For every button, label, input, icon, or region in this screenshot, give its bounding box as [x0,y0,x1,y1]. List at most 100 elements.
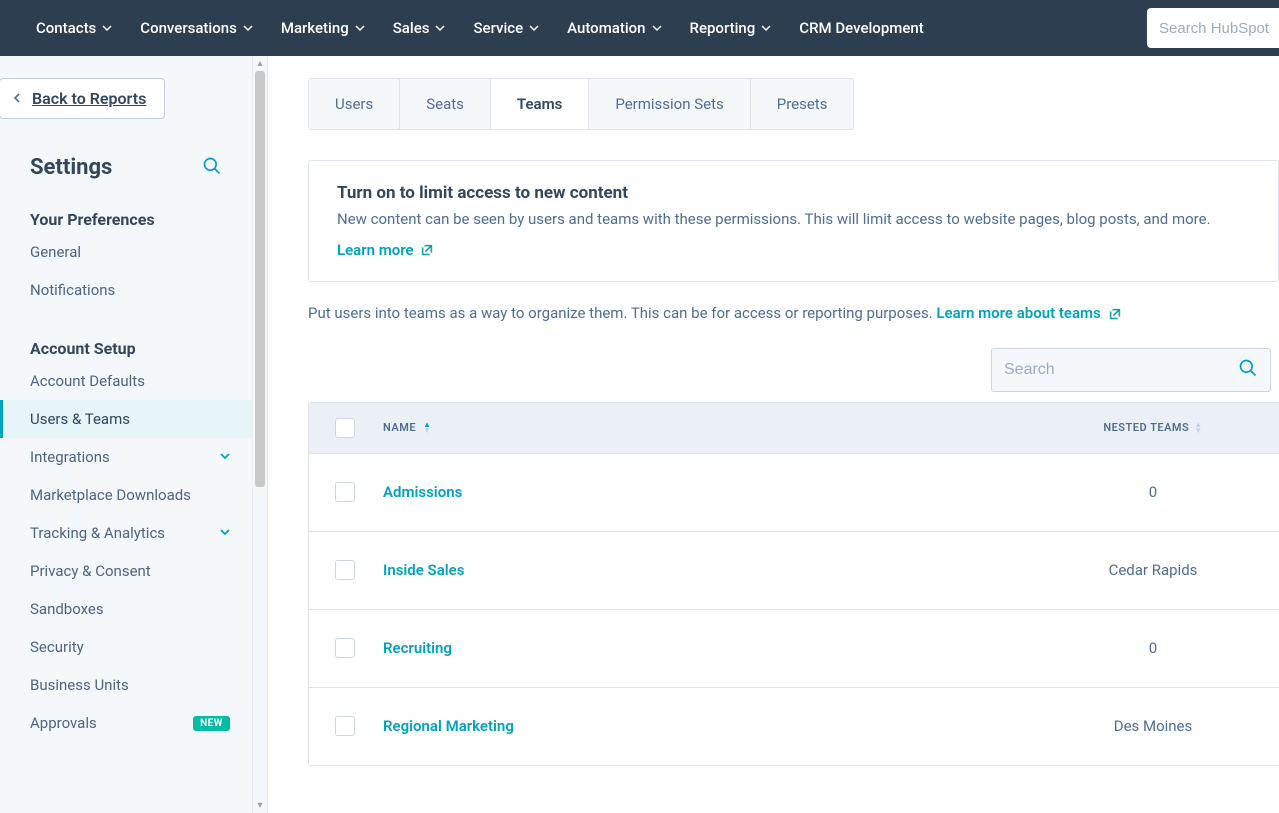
tab-permission-sets[interactable]: Permission Sets [589,79,750,129]
nav-label: CRM Development [799,19,923,37]
sidebar-account-business-units[interactable]: Business Units [0,666,252,704]
sidebar-item-label: Sandboxes [30,600,104,618]
table-row: Admissions 0 [309,453,1279,531]
nested-teams-value: 0 [1149,483,1157,501]
team-name-link[interactable]: Recruiting [383,639,452,657]
sidebar-account-privacy-consent[interactable]: Privacy & Consent [0,552,252,590]
teams-search-input[interactable] [1004,361,1238,379]
main-content: UsersSeatsTeamsPermission SetsPresets Tu… [268,56,1279,813]
notice-learn-label: Learn more [337,241,414,259]
tab-users[interactable]: Users [309,79,400,129]
sidebar-item-label: Notifications [30,281,115,299]
chevron-down-icon [355,23,365,33]
nested-teams-value: Cedar Rapids [1109,561,1198,579]
sidebar-account-approvals[interactable]: Approvals NEW [0,704,252,742]
notice-title: Turn on to limit access to new content [337,183,1250,203]
sidebar-item-label: Account Defaults [30,372,145,390]
sidebar-item-label: Integrations [30,448,110,466]
learn-more-teams-link[interactable]: Learn more about teams [936,304,1122,322]
nav-crm-development[interactable]: CRM Development [799,19,923,37]
column-header-name[interactable]: NAME ▲▼ [383,421,1053,434]
scrollbar-thumb[interactable] [255,71,265,487]
notice-learn-more-link[interactable]: Learn more [337,241,434,259]
row-checkbox[interactable] [335,560,355,580]
sidebar-account-security[interactable]: Security [0,628,252,666]
nav-service[interactable]: Service [473,19,539,37]
column-header-nested[interactable]: NESTED TEAMS ▲▼ [1053,421,1253,434]
sidebar-account-sandboxes[interactable]: Sandboxes [0,590,252,628]
sidebar-account-tracking-analytics[interactable]: Tracking & Analytics [0,514,252,552]
tab-bar: UsersSeatsTeamsPermission SetsPresets [308,78,854,130]
settings-search-icon[interactable] [202,156,222,180]
nav-conversations[interactable]: Conversations [140,19,253,37]
sidebar-scrollbar[interactable]: ▴ ▾ [252,56,267,813]
row-checkbox[interactable] [335,482,355,502]
nav-sales[interactable]: Sales [393,19,446,37]
scroll-down-arrow[interactable]: ▾ [253,798,267,813]
col-name-label: NAME [383,421,416,434]
sidebar: Back to Reports Settings Your Preference… [0,56,268,813]
table-header: NAME ▲▼ NESTED TEAMS ▲▼ [309,403,1279,453]
teams-desc-text: Put users into teams as a way to organiz… [308,304,936,322]
chevron-down-icon [243,23,253,33]
external-link-icon [420,243,434,257]
team-name-link[interactable]: Regional Marketing [383,717,514,735]
nested-teams-value: Des Moines [1114,717,1193,735]
chevron-down-icon [435,23,445,33]
teams-table: NAME ▲▼ NESTED TEAMS ▲▼ Admissions 0 Insid… [308,402,1279,766]
table-row: Recruiting 0 [309,609,1279,687]
team-name-link[interactable]: Admissions [383,483,462,501]
tab-seats[interactable]: Seats [400,79,491,129]
sidebar-account-integrations[interactable]: Integrations [0,438,252,476]
new-badge: NEW [193,716,230,731]
nav-label: Marketing [281,19,349,37]
nav-label: Service [473,19,523,37]
chevron-down-icon [220,449,230,465]
back-to-reports[interactable]: Back to Reports [0,78,165,119]
chevron-down-icon [220,525,230,541]
sidebar-item-label: General [30,243,81,261]
sidebar-pref-general[interactable]: General [0,233,252,271]
sort-icon: ▲▼ [423,422,431,434]
sidebar-account-account-defaults[interactable]: Account Defaults [0,362,252,400]
select-all-checkbox[interactable] [335,418,355,438]
row-checkbox[interactable] [335,716,355,736]
sidebar-account-marketplace-downloads[interactable]: Marketplace Downloads [0,476,252,514]
nav-label: Sales [393,19,430,37]
external-link-icon [1108,307,1122,321]
notice-desc: New content can be seen by users and tea… [337,209,1250,231]
sidebar-item-label: Users & Teams [30,410,130,428]
nav-label: Contacts [36,19,96,37]
nav-marketing[interactable]: Marketing [281,19,365,37]
settings-title: Settings [30,155,112,180]
global-search-input[interactable] [1159,20,1279,37]
back-link-label: Back to Reports [32,89,146,108]
scroll-up-arrow[interactable]: ▴ [253,56,267,71]
sidebar-item-label: Business Units [30,676,129,694]
tab-teams[interactable]: Teams [491,79,589,130]
nav-label: Conversations [140,19,237,37]
chevron-down-icon [652,23,662,33]
chevron-down-icon [761,23,771,33]
global-search[interactable] [1147,8,1279,48]
team-name-link[interactable]: Inside Sales [383,561,464,579]
sidebar-item-label: Approvals [30,714,97,732]
tab-presets[interactable]: Presets [751,79,854,129]
nav-contacts[interactable]: Contacts [36,19,112,37]
nav-automation[interactable]: Automation [567,19,661,37]
section-account-heading: Account Setup [0,309,252,362]
nested-teams-value: 0 [1149,639,1157,657]
sidebar-pref-notifications[interactable]: Notifications [0,271,252,309]
chevron-down-icon [102,23,112,33]
sidebar-item-label: Marketplace Downloads [30,486,191,504]
teams-search[interactable] [991,348,1271,392]
sidebar-item-label: Security [30,638,84,656]
top-nav: Contacts Conversations Marketing Sales Servi… [0,0,1279,56]
sidebar-account-users-teams[interactable]: Users & Teams [0,400,252,438]
chevron-down-icon [529,23,539,33]
nav-reporting[interactable]: Reporting [690,19,772,37]
search-icon[interactable] [1238,358,1258,382]
sort-icon: ▲▼ [1194,422,1202,434]
row-checkbox[interactable] [335,638,355,658]
table-row: Regional Marketing Des Moines [309,687,1279,765]
